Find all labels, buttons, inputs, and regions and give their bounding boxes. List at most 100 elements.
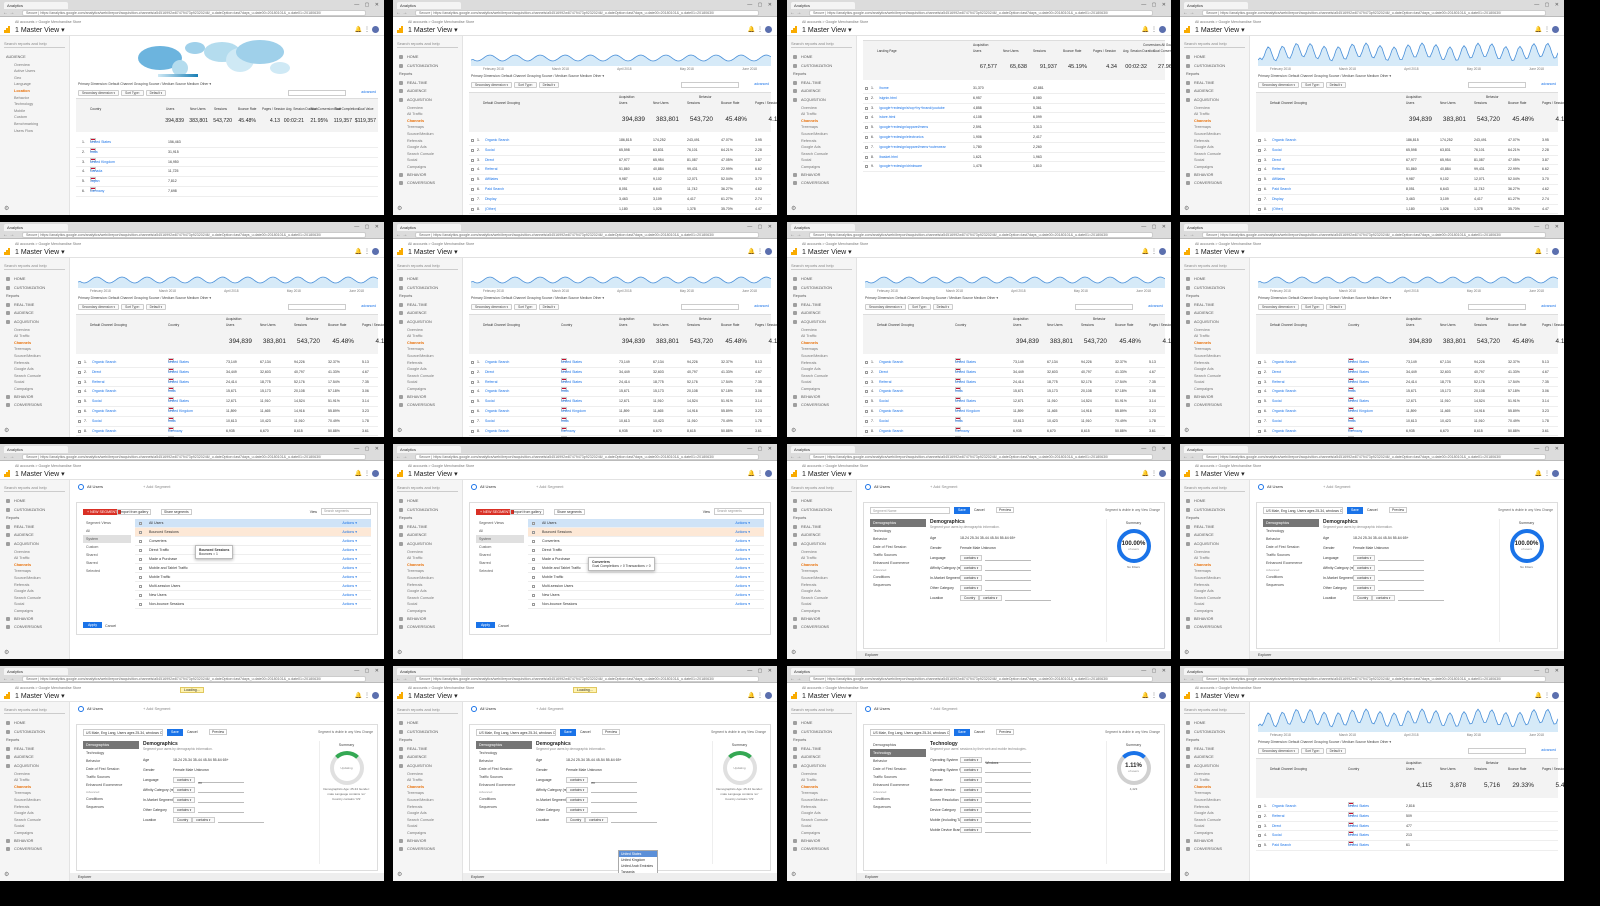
row-channel-link[interactable]: Organic Search (485, 436, 509, 437)
avatar[interactable] (765, 692, 772, 699)
explorer-tab[interactable]: Explorer (857, 651, 1171, 659)
sidebar-item-social[interactable]: Social (0, 379, 69, 386)
preview-button[interactable]: Preview (1389, 507, 1408, 513)
table-row[interactable]: 6. Germany 7,698 (76, 187, 378, 197)
sidebar-item-reports[interactable]: Reports (0, 514, 69, 523)
sort-type-dropdown[interactable]: Default ▾ (538, 82, 560, 88)
segment-name[interactable]: Bounced Sessions (149, 530, 179, 534)
gear-icon[interactable]: ⚙ (1184, 871, 1189, 878)
gear-icon[interactable]: ⚙ (4, 205, 9, 212)
segment-name[interactable]: Made a Purchase (149, 557, 177, 561)
table-row[interactable]: 4. Organic Search India 15,671 15,173 20,108 5… (863, 387, 1165, 398)
sidebar-item[interactable]: Overview (0, 62, 69, 69)
row-channel-link[interactable]: Organic Search (879, 407, 903, 417)
condition-dropdown[interactable]: contains ▾ (1353, 565, 1376, 571)
gear-icon[interactable]: ⚙ (1184, 427, 1189, 434)
sidebar-item-treemaps[interactable]: Treemaps (0, 790, 69, 797)
condition-dropdown[interactable]: contains ▾ (173, 797, 196, 803)
sidebar-item-overview[interactable]: Overview (0, 771, 69, 778)
sidebar-item-campaigns[interactable]: Campaigns (1180, 164, 1249, 171)
landing-page-link[interactable]: /google+redesign/apparel/mens+outerwear (879, 143, 946, 153)
advanced-filter-link[interactable]: advanced (1541, 82, 1556, 86)
sidebar-item-source-medium[interactable]: Source/Medium (0, 575, 69, 582)
row-channel-link[interactable]: Direct (1272, 156, 1281, 166)
age-checkboxes[interactable]: 18-24 25-34 35-44 45-54 55-64 65+ (566, 758, 622, 762)
condition-value-input[interactable] (198, 808, 245, 813)
gear-icon[interactable]: ⚙ (397, 871, 402, 878)
segment-name[interactable]: Converters (149, 539, 167, 543)
column-header-metric[interactable]: Users (1406, 767, 1414, 771)
sidebar-item-referrals[interactable]: Referrals (787, 804, 856, 811)
segment-checkbox[interactable] (139, 585, 142, 588)
landing-page-link[interactable]: /basket.html (879, 153, 898, 163)
window-controls[interactable]: — ▢ ✕ (747, 668, 774, 674)
sidebar-item-referrals[interactable]: Referrals (787, 138, 856, 145)
browser-tab[interactable]: Analytics (397, 2, 461, 9)
url-bar[interactable]: Secure | https://analytics.google.com/an… (1202, 676, 1546, 682)
sidebar-item-search-console[interactable]: Search Console (787, 151, 856, 158)
url-bar[interactable]: Secure | https://analytics.google.com/an… (415, 10, 759, 16)
row-channel-link[interactable]: Organic Search (1272, 802, 1296, 812)
table-row[interactable]: 5. Japan 7,812 (76, 177, 378, 187)
row-channel-link[interactable]: Organic Search (879, 387, 903, 397)
browser-tab[interactable]: Analytics (791, 2, 855, 9)
sidebar-item-conversions[interactable]: CONVERSIONS (1180, 623, 1249, 632)
sidebar-item-treemaps[interactable]: Treemaps (393, 568, 462, 575)
segment-category-shared[interactable]: Shared (83, 551, 131, 559)
sidebar-item-referrals[interactable]: Referrals (1180, 360, 1249, 367)
url-bar[interactable]: Secure | https://analytics.google.com/an… (415, 232, 759, 238)
search-segments-input[interactable]: Search segments (714, 508, 764, 515)
category-behavior[interactable]: Behavior (476, 757, 532, 765)
advanced-filter-link[interactable]: advanced (1148, 304, 1163, 308)
table-row[interactable]: 1. Organic Search 186,815 174,252 243,491 47.… (1256, 136, 1558, 146)
sidebar-item-home[interactable]: HOME (787, 719, 856, 728)
segment-checkbox[interactable] (139, 558, 142, 561)
apply-button[interactable]: Apply (83, 622, 102, 628)
sidebar-search[interactable]: Search reports and help (791, 263, 852, 270)
sidebar-item[interactable]: AUDIENCE (0, 53, 69, 62)
sidebar-item-audience[interactable]: AUDIENCE (0, 309, 69, 318)
breadcrumb[interactable]: All accounts > Google Merchandise Store (15, 20, 81, 24)
sidebar-item-social[interactable]: Social (1180, 379, 1249, 386)
column-header-metric[interactable]: Pages / Session (1542, 767, 1564, 771)
column-header-dimension[interactable]: Default Channel Grouping (1270, 101, 1307, 105)
more-vert-icon[interactable]: ⋮ (757, 27, 765, 33)
condition-dropdown[interactable]: contains ▾ (979, 595, 1002, 601)
column-header-metric[interactable]: Goal Conversion Rate (1153, 49, 1171, 53)
sidebar-item-behavior[interactable]: BEHAVIOR (0, 837, 69, 846)
column-header-country[interactable]: Country (561, 323, 572, 327)
sidebar-item-all-traffic[interactable]: All Traffic (393, 333, 462, 340)
row-checkbox[interactable] (865, 155, 868, 159)
sidebar-item-google-ads[interactable]: Google Ads (787, 810, 856, 817)
row-checkbox[interactable] (78, 429, 81, 433)
sidebar-search[interactable]: Search reports and help (4, 263, 65, 270)
sidebar-item-audience[interactable]: AUDIENCE (0, 753, 69, 762)
table-row[interactable]: 6. Organic Search United Kingdom 11,899 11,4… (469, 407, 771, 417)
row-channel-link[interactable]: Social (485, 397, 495, 407)
avatar[interactable] (372, 26, 379, 33)
segment-checkbox[interactable] (139, 549, 142, 552)
segment-category-selected[interactable]: Selected (83, 567, 131, 575)
category-enhanced-ecommerce[interactable]: Enhanced Ecommerce (870, 559, 926, 567)
row-checkbox[interactable] (78, 361, 81, 364)
condition-value-input[interactable] (985, 586, 1032, 591)
condition-dropdown[interactable]: contains ▾ (566, 777, 589, 783)
sidebar-item-source-medium[interactable]: Source/Medium (787, 353, 856, 360)
segment-name[interactable]: Mobile and Tablet Traffic (542, 566, 581, 570)
sidebar-item-source-medium[interactable]: Source/Medium (393, 353, 462, 360)
column-header-dimension[interactable]: Default Channel Grouping (90, 323, 127, 327)
segment-checkbox[interactable] (139, 540, 142, 543)
sidebar-item-customization[interactable]: CUSTOMIZATION (0, 728, 69, 737)
view-selector[interactable]: 1 Master View ▾ (15, 26, 65, 34)
advanced-filter-link[interactable]: advanced (1541, 304, 1556, 308)
sidebar-item-conversions[interactable]: CONVERSIONS (393, 623, 462, 632)
condition-value-input[interactable]: en (198, 778, 245, 785)
row-channel-link[interactable]: Referral (879, 378, 891, 388)
condition-dropdown[interactable]: contains ▾ (1353, 585, 1376, 591)
column-header-metric[interactable]: Bounce Rate (1115, 323, 1133, 327)
browser-nav-icon[interactable]: ← → (396, 676, 407, 682)
segment-checkbox[interactable] (532, 522, 535, 525)
breadcrumb[interactable]: All accounts > Google Merchandise Store (1195, 242, 1261, 246)
sidebar-item-real-time[interactable]: REAL-TIME (1180, 79, 1249, 88)
gear-icon[interactable]: ⚙ (4, 649, 9, 656)
